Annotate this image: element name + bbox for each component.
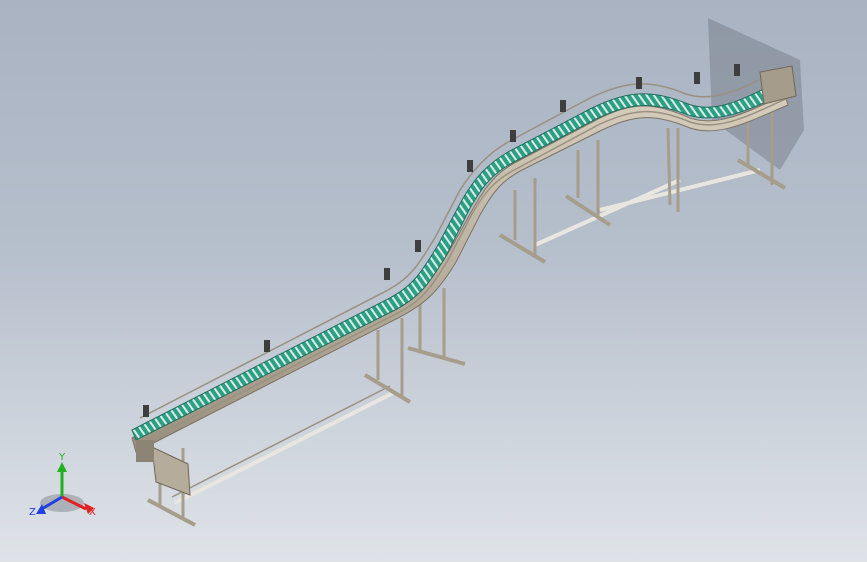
floor-rails <box>171 168 761 505</box>
y-axis-arrow-icon <box>57 462 67 472</box>
cad-viewport[interactable]: Y X Z <box>0 0 867 562</box>
x-axis-label: X <box>89 507 96 518</box>
conveyor-belt[interactable] <box>131 79 789 441</box>
z-axis-label: Z <box>29 507 36 518</box>
y-axis-label: Y <box>58 452 66 463</box>
axis-triad[interactable]: Y X Z <box>29 452 96 518</box>
